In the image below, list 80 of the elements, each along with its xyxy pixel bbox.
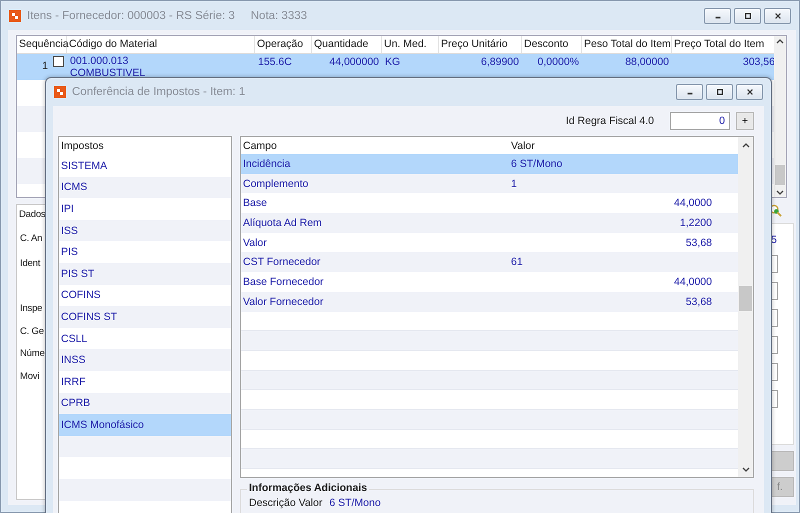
add-button[interactable]: +	[736, 112, 754, 130]
field-label: Inspe	[20, 303, 42, 314]
table-cell-text: Base Fornecedor	[242, 276, 325, 288]
table-row[interactable]: Complemento 1	[241, 174, 738, 194]
details-tab[interactable]: Dados	[19, 209, 46, 220]
field-label: Id Regra Fiscal 4.0	[566, 115, 654, 127]
table-cell-text: 001.000.013	[70, 55, 130, 67]
input-field[interactable]: 0	[670, 112, 730, 130]
close-button[interactable]	[764, 8, 791, 24]
column-header[interactable]: Impostos	[61, 140, 104, 152]
checkbox[interactable]	[53, 56, 64, 67]
table-row[interactable]: Alíquota Ad Rem 1,2200	[241, 213, 738, 233]
column-header[interactable]: Sequência	[17, 36, 67, 53]
column-header[interactable]: Preço Unitário	[439, 36, 522, 53]
list-item[interactable]: ICMS	[59, 176, 231, 198]
list-item[interactable]: ICMS Monofásico	[59, 414, 231, 436]
close-button[interactable]	[736, 84, 763, 100]
list-item[interactable]: CPRB	[59, 392, 231, 414]
table-cell-text: Complemento	[242, 178, 310, 190]
window-subtitle: Nota: 3333	[250, 10, 308, 22]
table-cell: 0,0000%	[538, 56, 579, 68]
maximize-button[interactable]	[706, 84, 733, 100]
table-cell-text: 61	[510, 256, 524, 268]
table-cell-text: 53,68	[684, 236, 713, 249]
group-title: Informações Adicionais	[247, 482, 370, 494]
table-cell-text: Alíquota Ad Rem	[242, 216, 323, 229]
dialog-title: Conferência de Impostos - Item: 1	[72, 86, 246, 98]
scrollbar[interactable]	[774, 36, 786, 197]
field-label: Núme	[20, 348, 45, 359]
column-header[interactable]: Un. Med.	[382, 36, 439, 53]
scrollbar[interactable]	[738, 137, 753, 477]
table-cell: 155.6C	[258, 56, 292, 68]
app-icon	[9, 10, 21, 22]
list-item[interactable]: ISS	[59, 220, 231, 242]
table-row[interactable]: CST Fornecedor 61	[241, 252, 738, 272]
table-row[interactable]: Incidência 6 ST/Mono	[241, 154, 738, 174]
list-item[interactable]: COFINS ST	[59, 306, 231, 328]
column-header[interactable]: Valor	[509, 140, 714, 152]
column-header[interactable]: Operação	[255, 36, 312, 53]
table-cell: KG	[385, 56, 400, 68]
field-value: 6 ST/Mono	[329, 497, 381, 509]
list-item[interactable]: INSS	[59, 349, 231, 371]
field-label: Descrição Valor	[249, 497, 322, 509]
field-label: C. An	[20, 233, 42, 244]
table-cell: 88,00000	[625, 56, 669, 68]
column-header[interactable]: Campo	[241, 140, 509, 152]
table-cell-text: 44,0000	[673, 197, 713, 210]
table-cell: 1	[42, 60, 48, 72]
maximize-icon	[716, 88, 724, 96]
table-cell-text: 1,2200	[678, 216, 713, 229]
table-cell-text: Valor	[242, 236, 268, 249]
table-cell-text: 6 ST/Mono	[510, 158, 564, 170]
maximize-icon	[744, 12, 752, 20]
field-label: Movi	[20, 371, 40, 382]
window-title: Itens - Fornecedor: 000003 - RS Série: 3	[27, 10, 235, 22]
table-cell-text: 1	[510, 178, 518, 190]
table-cell-text: 44,0000	[673, 276, 713, 288]
column-header[interactable]: Código do Material	[67, 36, 255, 53]
list-item[interactable]: PIS ST	[59, 262, 231, 285]
table-cell-text: Incidência	[242, 158, 292, 170]
app-icon	[54, 86, 66, 98]
table-cell-text: Base	[242, 197, 268, 210]
column-header[interactable]: Desconto	[522, 36, 582, 53]
column-header[interactable]: Quantidade	[312, 36, 382, 53]
table-cell: 303,56	[742, 56, 775, 68]
table-cell-text: 53,68	[684, 296, 713, 308]
column-header[interactable]: Peso Total do Item	[582, 36, 672, 53]
scroll-thumb[interactable]	[739, 286, 752, 311]
close-icon	[746, 88, 754, 96]
table-cell: 44,000000	[329, 56, 379, 68]
table-row[interactable]: Valor Fornecedor 53,68	[241, 292, 738, 312]
close-icon	[774, 12, 782, 20]
field-label: Ident	[20, 258, 40, 269]
scroll-thumb[interactable]	[775, 165, 785, 185]
field-label: C. Ge	[20, 326, 44, 337]
table-cell-text: Valor Fornecedor	[242, 296, 324, 308]
table-cell: 6,89900	[481, 56, 519, 68]
table-cell-text: COMBUSTIVEL	[70, 67, 146, 79]
maximize-button[interactable]	[734, 8, 761, 24]
table-cell-text: CST Fornecedor	[242, 256, 322, 268]
